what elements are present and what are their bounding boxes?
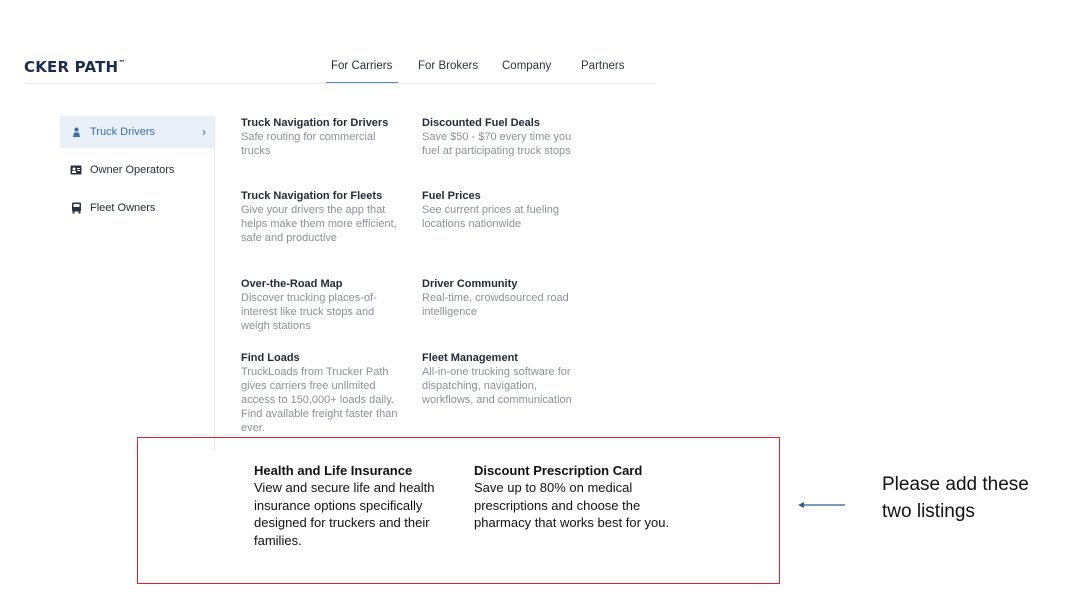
left-arrow-icon (798, 502, 845, 508)
trademark-mark: ™ (118, 59, 126, 67)
listing-title: Fleet Management (422, 352, 518, 364)
listing-description: Discover trucking places-of-interest lik… (241, 292, 377, 332)
sidebar-item-truck-drivers[interactable]: Truck Drivers › (60, 116, 214, 148)
listing-title: Truck Navigation for Fleets (241, 190, 383, 202)
listing-title: Truck Navigation for Drivers (241, 117, 389, 129)
nav-divider (26, 83, 656, 84)
tab-for-brokers[interactable]: For Brokers (418, 60, 478, 72)
listing-description: Safe routing for commercial trucks (241, 131, 376, 157)
listing-driver-community[interactable]: Driver Community Real-time, crowdsourced… (422, 277, 572, 319)
listing-title: Driver Community (422, 278, 518, 290)
listing-description: See current prices at fueling locations … (422, 204, 559, 230)
id-card-icon (70, 164, 82, 176)
listing-discounted-fuel-deals[interactable]: Discounted Fuel Deals Save $50 - $70 eve… (422, 116, 580, 158)
listing-truck-navigation-fleets[interactable]: Truck Navigation for Fleets Give your dr… (241, 189, 403, 245)
chevron-right-icon: › (202, 125, 206, 139)
driver-icon (70, 126, 82, 138)
listing-fuel-prices[interactable]: Fuel Prices See current prices at fuelin… (422, 189, 582, 231)
sidebar-item-fleet-owners[interactable]: Fleet Owners (60, 192, 214, 224)
logo-text: CKER PATH (24, 58, 119, 76)
listing-description: Real-time, crowdsourced road intelligenc… (422, 292, 569, 318)
listing-title: Over-the-Road Map (241, 278, 343, 290)
brand-logo[interactable]: CKER PATH™ (24, 58, 126, 76)
new-listing-description: View and secure life and health insuranc… (254, 480, 435, 548)
sidebar-item-label: Truck Drivers (90, 126, 155, 138)
listing-description: Give your drivers the app that helps mak… (241, 204, 397, 244)
listing-fleet-management[interactable]: Fleet Management All-in-one trucking sof… (422, 351, 582, 407)
sidebar-item-owner-operators[interactable]: Owner Operators (60, 154, 214, 186)
tab-partners[interactable]: Partners (581, 60, 624, 72)
listing-find-loads[interactable]: Find Loads TruckLoads from Trucker Path … (241, 351, 403, 435)
tab-for-carriers[interactable]: For Carriers (331, 60, 392, 72)
sidebar-item-label: Owner Operators (90, 164, 175, 176)
listing-truck-navigation-drivers[interactable]: Truck Navigation for Drivers Safe routin… (241, 116, 406, 158)
new-listing-description: Save up to 80% on medical prescriptions … (474, 480, 670, 530)
listing-over-the-road-map[interactable]: Over-the-Road Map Discover trucking plac… (241, 277, 403, 333)
sidebar-divider (214, 116, 215, 452)
new-listing-title: Health and Life Insurance (254, 463, 413, 478)
listing-title: Discounted Fuel Deals (422, 117, 540, 129)
listing-title: Find Loads (241, 352, 300, 364)
listing-description: TruckLoads from Trucker Path gives carri… (241, 366, 398, 434)
new-listing-title: Discount Prescription Card (474, 463, 643, 478)
sidebar-item-label: Fleet Owners (90, 202, 156, 214)
truck-icon (70, 202, 82, 214)
listing-title: Fuel Prices (422, 190, 481, 202)
new-listing-health-life-insurance[interactable]: Health and Life Insurance View and secur… (254, 462, 466, 549)
sidebar: Truck Drivers › Owner Operators Fleet Ow… (60, 116, 214, 230)
tab-company[interactable]: Company (502, 60, 551, 72)
annotation-note: Please add these two listings (882, 474, 1029, 522)
listing-description: All-in-one trucking software for dispatc… (422, 366, 572, 406)
new-listing-discount-prescription-card[interactable]: Discount Prescription Card Save up to 80… (474, 462, 696, 532)
listing-description: Save $50 - $70 every time you fuel at pa… (422, 131, 572, 157)
